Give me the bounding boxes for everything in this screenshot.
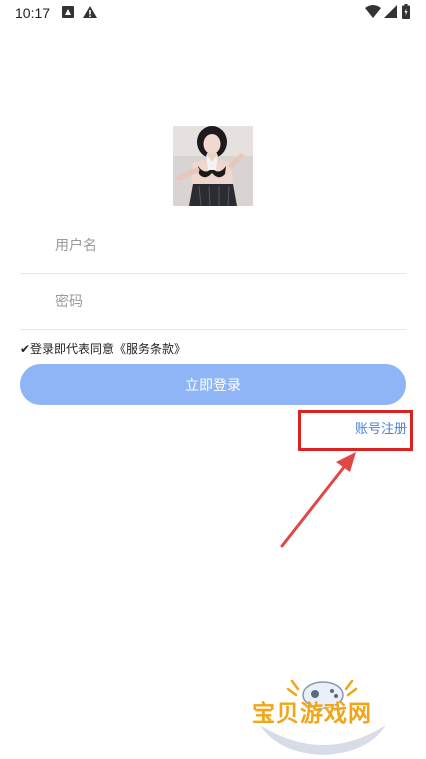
username-field-row xyxy=(20,218,406,274)
password-input[interactable] xyxy=(53,281,387,323)
terms-agreement[interactable]: ✔登录即代表同意《服务条款》 xyxy=(20,340,186,357)
wifi-icon xyxy=(365,5,381,18)
status-time: 10:17 xyxy=(15,5,51,21)
watermark-url: baobeiy.com xyxy=(296,722,366,735)
status-bar: 10:17 xyxy=(0,0,426,26)
app-notification-icon xyxy=(62,6,74,18)
login-button[interactable]: 立即登录 xyxy=(20,364,406,405)
battery-icon xyxy=(402,4,410,19)
annotation-highlight-box xyxy=(298,410,413,451)
logo-image-illustration xyxy=(173,126,253,206)
signal-icon xyxy=(384,5,397,18)
logo-image xyxy=(173,126,253,206)
username-input[interactable] xyxy=(53,225,387,267)
password-field-row xyxy=(20,274,406,330)
warning-icon xyxy=(83,6,97,18)
